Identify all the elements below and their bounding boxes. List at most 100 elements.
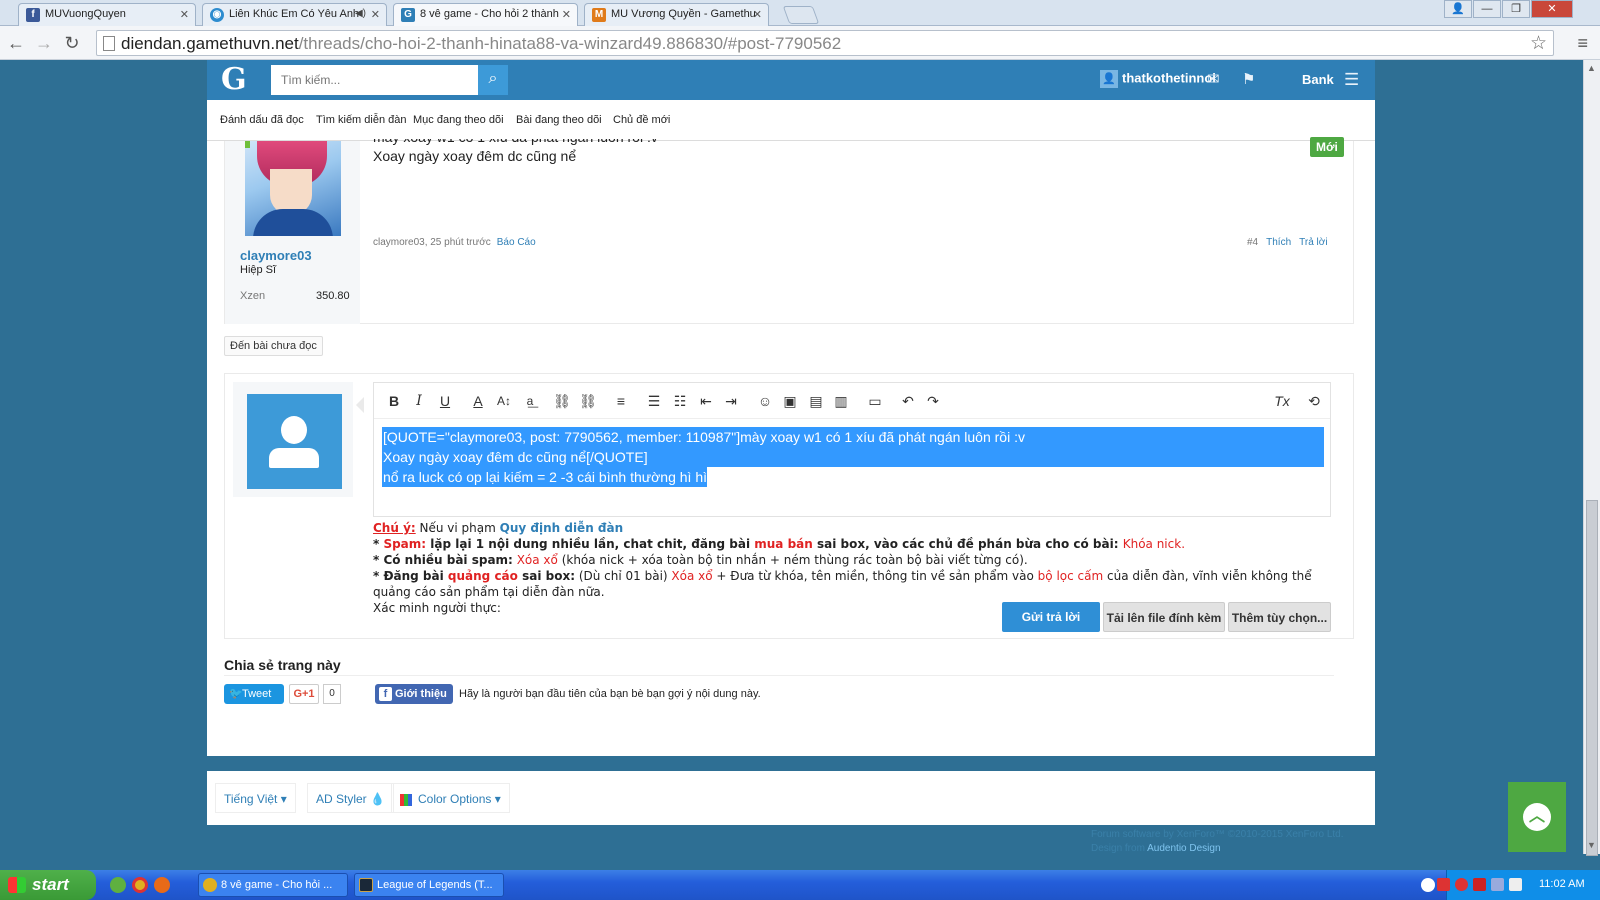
redo-icon[interactable]: ↷ — [923, 391, 943, 411]
font-color-icon[interactable]: A — [468, 391, 488, 411]
many-label: Có nhiều bài spam: — [383, 553, 513, 567]
user-menu[interactable]: 👤 thatkothetinnoi — [1100, 70, 1216, 88]
outdent-icon[interactable]: ⇤ — [696, 391, 716, 411]
close-icon[interactable]: ✕ — [371, 8, 380, 21]
search-input[interactable] — [271, 65, 478, 95]
audentio-link[interactable]: Audentio Design — [1147, 843, 1220, 854]
submit-reply-button[interactable]: Gửi trả lời — [1002, 602, 1100, 632]
inbox-icon[interactable]: ✉ — [1207, 70, 1220, 88]
post-author[interactable]: claymore03 — [240, 248, 312, 263]
chrome-icon[interactable] — [132, 877, 148, 893]
reply-link[interactable]: Trả lời — [1299, 237, 1327, 248]
twitter-bird-icon: 🐦 — [229, 688, 243, 700]
window-close-button[interactable]: ✕ — [1531, 0, 1573, 18]
remove-format-icon[interactable]: Tx — [1272, 391, 1292, 411]
hamburger-menu-icon[interactable]: ☰ — [1344, 70, 1359, 90]
user-avatar[interactable] — [245, 141, 341, 236]
numbered-list-icon[interactable]: ☷ — [670, 391, 690, 411]
page-scrollbar[interactable]: ▲ ▼ — [1583, 60, 1600, 856]
subnav-watched-forums[interactable]: Mục đang theo dõi — [413, 114, 504, 126]
restore-button[interactable]: ❐ — [1502, 0, 1530, 18]
insert-icon[interactable]: ▥ — [831, 391, 851, 411]
indent-icon[interactable]: ⇥ — [721, 391, 741, 411]
back-arrow-icon[interactable]: ← — [4, 31, 28, 55]
post-number[interactable]: #4 — [1247, 237, 1258, 248]
go-to-unread-button[interactable]: Đến bài chưa đọc — [224, 336, 323, 356]
user-profile-icon[interactable]: 👤 — [1444, 0, 1472, 18]
scroll-down-icon[interactable]: ▼ — [1587, 840, 1596, 850]
rules-link[interactable]: Quy định diễn đàn — [500, 521, 624, 535]
reload-icon[interactable]: ↻ — [60, 31, 84, 55]
forward-arrow-icon[interactable]: → — [32, 31, 56, 55]
bank-link[interactable]: Bank — [1302, 72, 1334, 87]
subnav-watched-threads[interactable]: Bài đang theo dõi — [516, 114, 602, 126]
font-size-icon[interactable]: A↕ — [494, 391, 514, 411]
undo-icon[interactable]: ↶ — [898, 391, 918, 411]
site-logo[interactable]: G — [221, 62, 247, 97]
google-plus-button[interactable]: G+1 — [289, 684, 319, 704]
underline-icon[interactable]: U — [435, 391, 455, 411]
url-text[interactable]: diendan.gamethuvn.net/threads/cho-hoi-2-… — [121, 34, 841, 54]
italic-icon[interactable]: I — [409, 391, 429, 411]
spam-text2: sai box, vào các chủ đề phán bừa cho có … — [812, 537, 1123, 551]
unlink-icon[interactable]: ⛓ — [578, 391, 598, 411]
font-family-icon[interactable]: a͟ — [520, 391, 540, 411]
spam-label: Spam: — [383, 537, 427, 551]
color-options-menu[interactable]: Color Options ▾ — [391, 783, 510, 813]
browser-menu-icon[interactable]: ≡ — [1577, 33, 1588, 54]
tray-expand-icon[interactable] — [1421, 878, 1435, 892]
browser-tab-2[interactable]: ◉ Liên Khúc Em Có Yêu Anh ◀) ✕ — [202, 3, 387, 26]
new-tab-button[interactable] — [782, 6, 820, 24]
tray-volume-icon[interactable] — [1509, 878, 1522, 891]
tray-v-icon[interactable] — [1473, 878, 1486, 891]
like-link[interactable]: Thích — [1266, 237, 1291, 248]
post-date[interactable]: claymore03, 25 phút trước — [373, 237, 491, 248]
bold-icon[interactable]: B — [384, 391, 404, 411]
start-button[interactable]: start — [0, 870, 96, 900]
scroll-up-icon[interactable]: ▲ — [1587, 63, 1596, 73]
browser-tab-4[interactable]: M MU Vương Quyền - Gamethu ✕ — [584, 3, 769, 26]
firefox-icon[interactable] — [154, 877, 170, 893]
image-icon[interactable]: ▣ — [780, 391, 800, 411]
tray-app-icon[interactable] — [1437, 878, 1450, 891]
language-chooser[interactable]: Tiếng Việt ▾ — [215, 783, 296, 813]
speaker-icon[interactable]: ◀) — [355, 8, 366, 19]
minimize-button[interactable]: — — [1473, 0, 1501, 18]
back-to-top-button[interactable]: ︿ — [1508, 782, 1566, 852]
toggle-bbcode-icon[interactable]: ⟲ — [1304, 391, 1324, 411]
close-icon[interactable]: ✕ — [180, 8, 189, 21]
subnav-new-posts[interactable]: Chủ đề mới — [613, 114, 670, 126]
search-button[interactable]: ⌕ — [478, 65, 508, 95]
tweet-button[interactable]: 🐦 Tweet — [224, 684, 284, 704]
quicklaunch-icon[interactable] — [110, 877, 126, 893]
report-link[interactable]: Báo Cáo — [497, 237, 536, 248]
taskbar-item-browser[interactable]: 8 vê game - Cho hỏi ... — [198, 873, 348, 897]
user-stat-value: 350.80 — [316, 290, 350, 302]
browser-tab-1[interactable]: f MUVuongQuyen ✕ — [18, 3, 196, 26]
more-options-button[interactable]: Thêm tùy chọn... — [1228, 602, 1331, 632]
tray-app-icon[interactable] — [1455, 878, 1468, 891]
clock[interactable]: 11:02 AM — [1539, 878, 1585, 890]
tray-network-icon[interactable] — [1491, 878, 1504, 891]
facebook-recommend-button[interactable]: f Giới thiệu — [375, 684, 453, 704]
address-bar[interactable]: diendan.gamethuvn.net/threads/cho-hoi-2-… — [96, 30, 1554, 56]
media-icon[interactable]: ▤ — [806, 391, 826, 411]
browser-tab-3-active[interactable]: G 8 vê game - Cho hỏi 2 thành ✕ — [393, 3, 578, 27]
align-icon[interactable]: ≡ — [611, 391, 631, 411]
styler-link[interactable]: AD Styler 💧 — [307, 783, 394, 813]
taskbar-item-lol[interactable]: League of Legends (T... — [354, 873, 504, 897]
alerts-flag-icon[interactable]: ⚑ — [1242, 70, 1255, 88]
scrollbar-thumb[interactable] — [1586, 500, 1598, 856]
editor-content[interactable]: [QUOTE="claymore03, post: 7790562, membe… — [382, 427, 1324, 487]
subnav-search-forums[interactable]: Tìm kiếm diễn đàn — [316, 114, 406, 126]
subnav-mark-read[interactable]: Đánh dấu đã đọc — [220, 114, 304, 126]
save-draft-icon[interactable]: ▭ — [865, 391, 885, 411]
close-icon[interactable]: ✕ — [562, 8, 571, 21]
upload-attachment-button[interactable]: Tải lên file đính kèm — [1103, 602, 1225, 632]
bookmark-star-icon[interactable]: ☆ — [1530, 32, 1547, 55]
link-icon[interactable]: ⛓ — [552, 391, 572, 411]
url-path: /threads/cho-hoi-2-thanh-hinata88-va-win… — [298, 34, 842, 53]
smilie-icon[interactable]: ☺ — [755, 391, 775, 411]
bullet-list-icon[interactable]: ☰ — [644, 391, 664, 411]
close-icon[interactable]: ✕ — [753, 8, 762, 21]
